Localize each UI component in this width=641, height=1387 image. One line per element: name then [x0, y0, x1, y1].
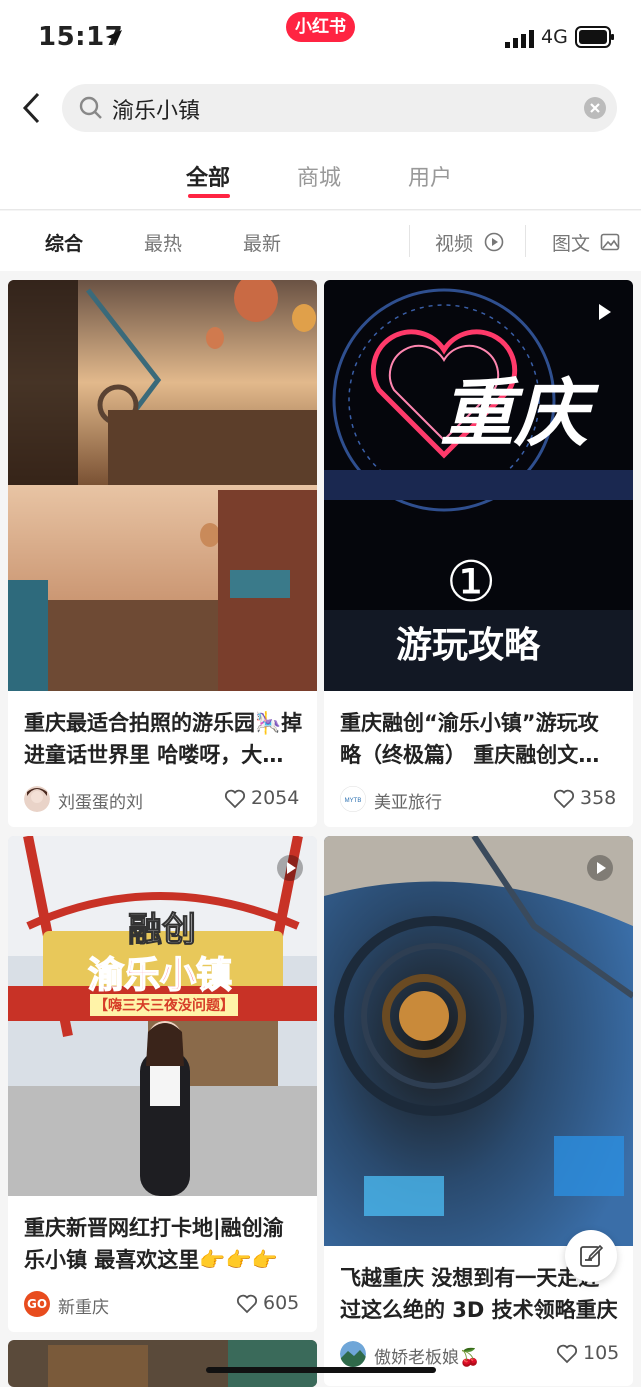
tab-users[interactable]: 用户 — [408, 160, 452, 192]
filter-hottest[interactable]: 最热 — [144, 229, 182, 256]
divider — [409, 225, 410, 257]
cover-overlay-tag: 【嗨三天三夜没问题】 — [90, 994, 238, 1016]
active-tab-indicator — [188, 194, 230, 198]
like-count: 605 — [263, 1292, 300, 1314]
home-indicator — [206, 1367, 436, 1373]
compose-button[interactable] — [565, 1230, 617, 1282]
divider — [525, 225, 526, 257]
battery-icon — [575, 26, 614, 48]
play-circle-icon — [484, 232, 504, 252]
status-bar: 15:17 小红书 4G — [0, 0, 641, 76]
filter-image-text[interactable]: 图文 — [552, 229, 590, 256]
note-card[interactable]: 飞越重庆 没想到有一天走近过这么绝的 3D 技术领略重庆 傲娇老板娘🍒 105 — [324, 836, 633, 1386]
note-title[interactable]: 重庆新晋网红打卡地|融创渝乐小镇 最喜欢这里👉👉👉 — [24, 1212, 303, 1276]
tab-mall[interactable]: 商城 — [297, 160, 341, 192]
heart-icon[interactable] — [556, 1344, 578, 1364]
cover-overlay-number: ① — [446, 550, 497, 615]
signal-icon — [505, 30, 534, 48]
cover-overlay-main: 渝乐小镇 — [87, 954, 233, 997]
like-count: 2054 — [251, 787, 300, 809]
note-title[interactable]: 重庆最适合拍照的游乐园🎠掉进童话世界里 哈喽呀，大家好呀 — [24, 707, 303, 771]
avatar[interactable] — [24, 786, 50, 812]
avatar-logo-text: MYTB — [345, 798, 362, 804]
heart-icon[interactable] — [236, 1294, 258, 1314]
like-count: 358 — [580, 787, 617, 809]
note-card[interactable]: 重庆最适合拍照的游乐园🎠掉进童话世界里 哈喽呀，大家好呀 刘蛋蛋的刘 2054 — [8, 280, 317, 827]
avatar[interactable] — [340, 1341, 366, 1367]
image-icon — [600, 233, 620, 251]
brand-logo: 小红书 — [286, 12, 355, 42]
search-header: 渝乐小镇 — [0, 76, 641, 144]
cover-overlay-title: 重庆 — [440, 371, 588, 457]
play-icon — [277, 855, 303, 881]
author-name[interactable]: 傲娇老板娘🍒 — [374, 1343, 480, 1368]
filter-comprehensive[interactable]: 综合 — [45, 229, 83, 256]
filter-video[interactable]: 视频 — [435, 229, 473, 256]
filter-newest[interactable]: 最新 — [243, 229, 281, 256]
heart-icon[interactable] — [553, 789, 575, 809]
cover-image — [8, 836, 317, 1196]
note-title[interactable]: 重庆融创“渝乐小镇”游玩攻略（终极篇） 重庆融创文旅城 — [340, 707, 619, 771]
result-tabs: 全部 商城 用户 — [0, 144, 641, 210]
tab-all[interactable]: 全部 — [186, 160, 230, 192]
note-card[interactable]: 融创 渝乐小镇 【嗨三天三夜没问题】 重庆新晋网红打卡地|融创渝乐小镇 最喜欢这… — [8, 836, 317, 1332]
note-card[interactable]: 重庆 ① 游玩攻略 重庆融创“渝乐小镇”游玩攻略（终极篇） 重庆融创文旅城 MY… — [324, 280, 633, 827]
author-name[interactable]: 新重庆 — [58, 1293, 109, 1318]
clear-icon[interactable] — [583, 96, 607, 120]
location-arrow-icon — [106, 30, 122, 46]
edit-note-icon — [580, 1244, 604, 1267]
play-icon — [587, 855, 613, 881]
note-card-partial[interactable] — [8, 1340, 317, 1387]
cover-image — [8, 280, 317, 691]
avatar[interactable]: GO — [24, 1291, 50, 1317]
like-count: 105 — [583, 1342, 620, 1364]
heart-icon[interactable] — [224, 789, 246, 809]
cover-overlay-subtitle: 游玩攻略 — [396, 625, 541, 666]
cover-image — [8, 1340, 317, 1387]
cover-image — [324, 836, 633, 1246]
author-name[interactable]: 美亚旅行 — [374, 788, 442, 813]
search-query[interactable]: 渝乐小镇 — [112, 93, 200, 125]
sort-filter-bar: 综合 最热 最新 视频 图文 — [0, 211, 641, 271]
play-icon — [599, 304, 611, 320]
author-name[interactable]: 刘蛋蛋的刘 — [58, 788, 143, 813]
network-type: 4G — [541, 26, 568, 48]
back-icon[interactable] — [20, 91, 46, 125]
search-icon — [79, 96, 102, 119]
cover-overlay-top: 融创 — [128, 910, 197, 951]
search-input[interactable]: 渝乐小镇 — [62, 84, 617, 132]
avatar[interactable]: MYTB — [340, 786, 366, 812]
